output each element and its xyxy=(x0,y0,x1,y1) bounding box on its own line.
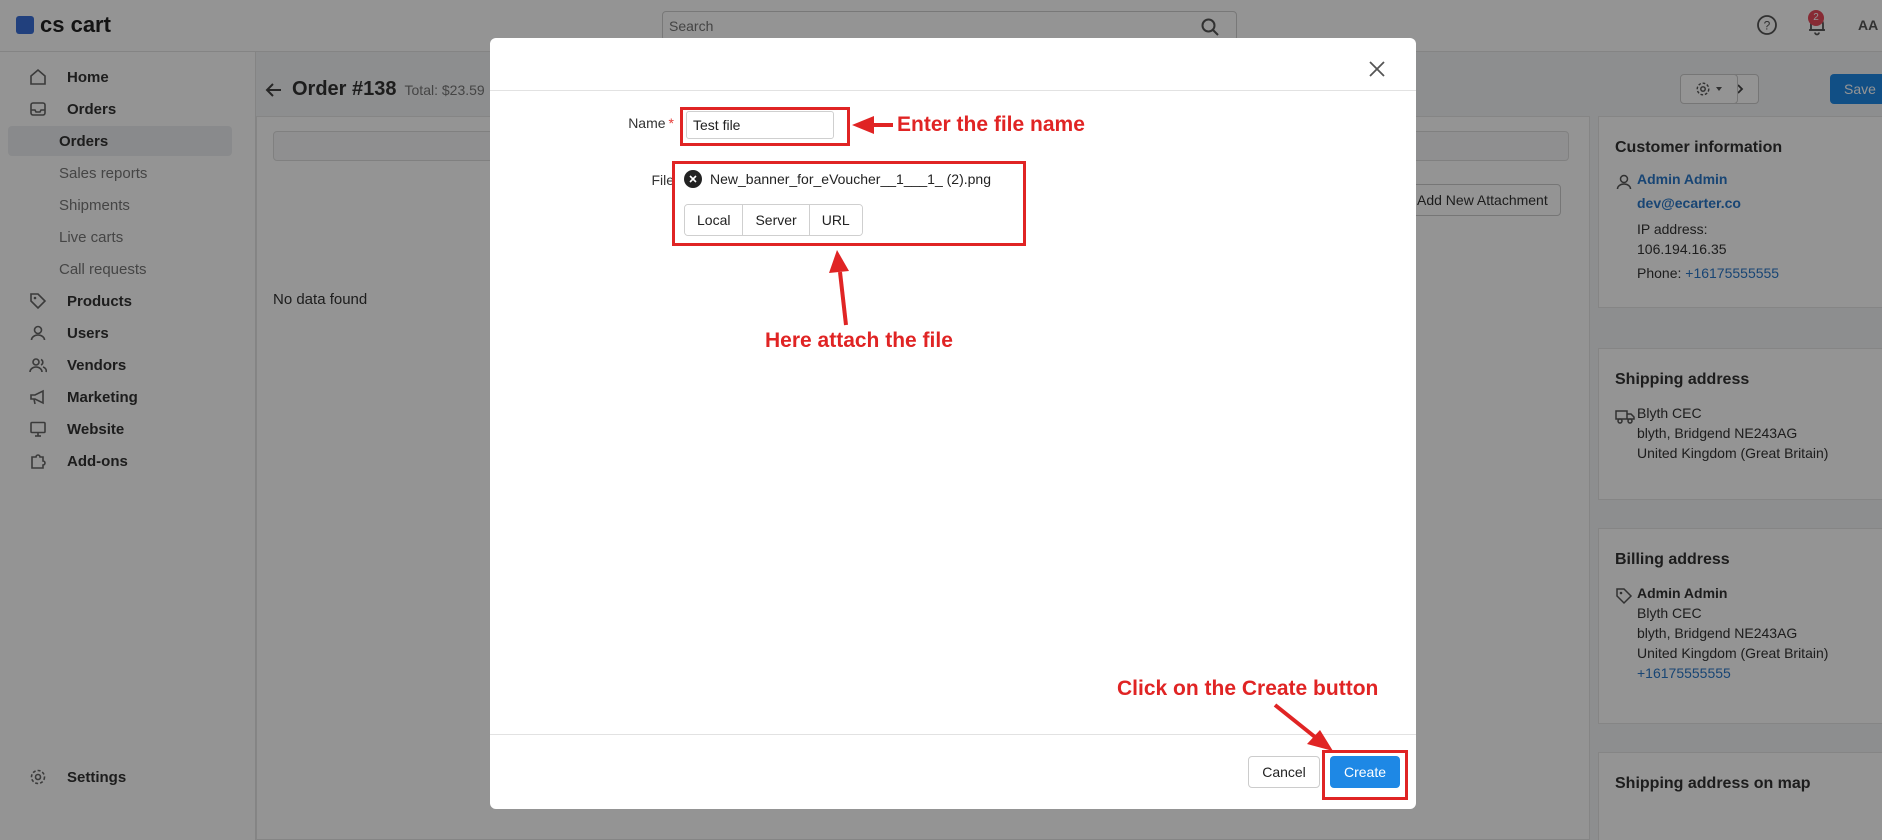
annotation-enter-name: Enter the file name xyxy=(897,113,1085,136)
annotation-file-box xyxy=(672,161,1026,246)
close-icon xyxy=(1369,61,1385,77)
annotation-click-create: Click on the Create button xyxy=(1117,677,1379,700)
close-button[interactable] xyxy=(1362,54,1392,84)
name-label: Name * xyxy=(610,115,674,131)
annotation-create-box xyxy=(1322,750,1408,800)
header-divider xyxy=(490,90,1416,91)
annotation-attach-file: Here attach the file xyxy=(765,329,953,352)
footer-divider xyxy=(490,734,1416,735)
name-label-text: Name xyxy=(628,115,666,131)
required-mark: * xyxy=(668,115,674,131)
file-label: File xyxy=(651,172,674,188)
cancel-button[interactable]: Cancel xyxy=(1248,756,1320,788)
annotation-name-box xyxy=(680,107,850,146)
